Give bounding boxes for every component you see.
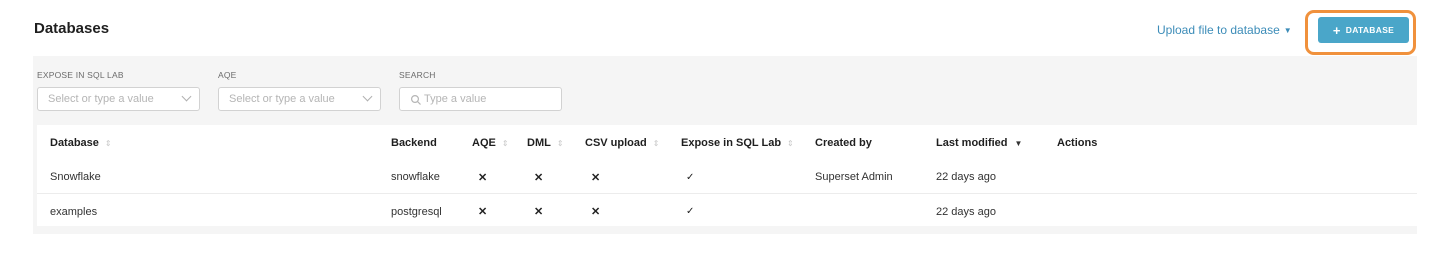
column-header-created-by: Created by	[815, 125, 872, 161]
select-placeholder: Select or type a value	[48, 93, 154, 105]
sort-icon: ⇕	[501, 138, 509, 148]
filter-label: SEARCH	[399, 70, 436, 80]
cross-icon: ✕	[478, 206, 488, 218]
sort-desc-icon: ▼	[1014, 138, 1023, 148]
databases-page: Databases Upload file to database ▼ + DAT…	[0, 0, 1448, 256]
add-database-button[interactable]: + DATABASE	[1318, 17, 1409, 43]
column-label: AQE	[472, 137, 496, 149]
cell-created-by: Superset Admin	[815, 171, 893, 183]
cell-database[interactable]: Snowflake	[50, 161, 101, 193]
sort-icon: ⇕	[104, 138, 112, 148]
column-label: Expose in SQL Lab	[681, 137, 782, 149]
column-label: CSV upload	[585, 137, 647, 149]
chevron-down-icon	[362, 91, 373, 102]
filter-expose-in-sql-lab: EXPOSE IN SQL LAB Select or type a value	[37, 70, 200, 111]
column-header-dml[interactable]: DML ⇕	[527, 125, 565, 161]
cross-icon: ✕	[534, 171, 544, 184]
column-header-aqe[interactable]: AQE ⇕	[472, 125, 510, 161]
upload-file-dropdown[interactable]: Upload file to database ▼	[1157, 23, 1292, 37]
cell-backend: snowflake	[391, 171, 440, 183]
upload-file-label: Upload file to database	[1157, 23, 1280, 37]
check-icon: ✓	[686, 171, 695, 183]
cross-icon: ✕	[534, 206, 544, 218]
add-database-label: DATABASE	[1345, 25, 1395, 35]
chevron-down-icon	[181, 91, 192, 102]
sort-icon: ⇕	[556, 138, 564, 148]
column-header-expose-in-sql-lab[interactable]: Expose in SQL Lab ⇕	[681, 125, 795, 161]
table-row: Snowflake snowflake ✕ ✕ ✕ ✓ Superset Adm…	[37, 161, 1417, 194]
column-header-backend: Backend	[391, 125, 437, 161]
check-icon: ✓	[686, 206, 695, 217]
plus-icon: +	[1332, 22, 1341, 38]
sort-icon: ⇕	[787, 138, 794, 148]
filter-label: EXPOSE IN SQL LAB	[37, 70, 124, 80]
page-title: Databases	[34, 20, 110, 37]
cross-icon: ✕	[478, 171, 488, 184]
select-placeholder: Select or type a value	[229, 93, 335, 105]
cell-last-modified: 22 days ago	[936, 171, 996, 183]
filter-label: AQE	[218, 70, 237, 80]
column-header-actions: Actions	[1057, 125, 1097, 161]
column-label: Backend	[391, 137, 437, 149]
column-header-database[interactable]: Database ⇕	[50, 125, 113, 161]
databases-table: Database ⇕ Backend AQE ⇕ DML ⇕ CSV upload ⇕ …	[37, 125, 1417, 226]
caret-down-icon: ▼	[1283, 26, 1292, 35]
column-label: Created by	[815, 137, 872, 149]
table-row: examples postgresql ✕ ✕ ✕ ✓ 22 days ago	[37, 195, 1417, 228]
column-label: Actions	[1057, 137, 1098, 149]
expose-select[interactable]: Select or type a value	[37, 87, 200, 111]
page-header: Databases Upload file to database ▼ + DAT…	[0, 0, 1448, 56]
search-input[interactable]	[424, 91, 554, 107]
column-header-csv-upload[interactable]: CSV upload ⇕	[585, 125, 661, 161]
cell-database[interactable]: examples	[50, 195, 97, 228]
aqe-select[interactable]: Select or type a value	[218, 87, 381, 111]
column-label: Database	[50, 137, 99, 149]
cross-icon: ✕	[591, 206, 601, 218]
cross-icon: ✕	[591, 171, 601, 184]
search-field[interactable]	[399, 87, 562, 111]
filter-aqe: AQE Select or type a value	[218, 70, 381, 111]
column-label: Last modified	[936, 137, 1008, 149]
cell-backend: postgresql	[391, 205, 442, 218]
filter-search: SEARCH	[399, 70, 562, 111]
column-label: DML	[527, 137, 551, 149]
cell-last-modified: 22 days ago	[936, 205, 996, 218]
sort-icon: ⇕	[652, 138, 660, 148]
filter-and-table-area: EXPOSE IN SQL LAB Select or type a value…	[33, 56, 1417, 234]
search-icon	[410, 94, 421, 105]
column-header-last-modified[interactable]: Last modified ▼	[936, 125, 1022, 161]
table-header-row: Database ⇕ Backend AQE ⇕ DML ⇕ CSV upload ⇕ …	[37, 125, 1417, 161]
